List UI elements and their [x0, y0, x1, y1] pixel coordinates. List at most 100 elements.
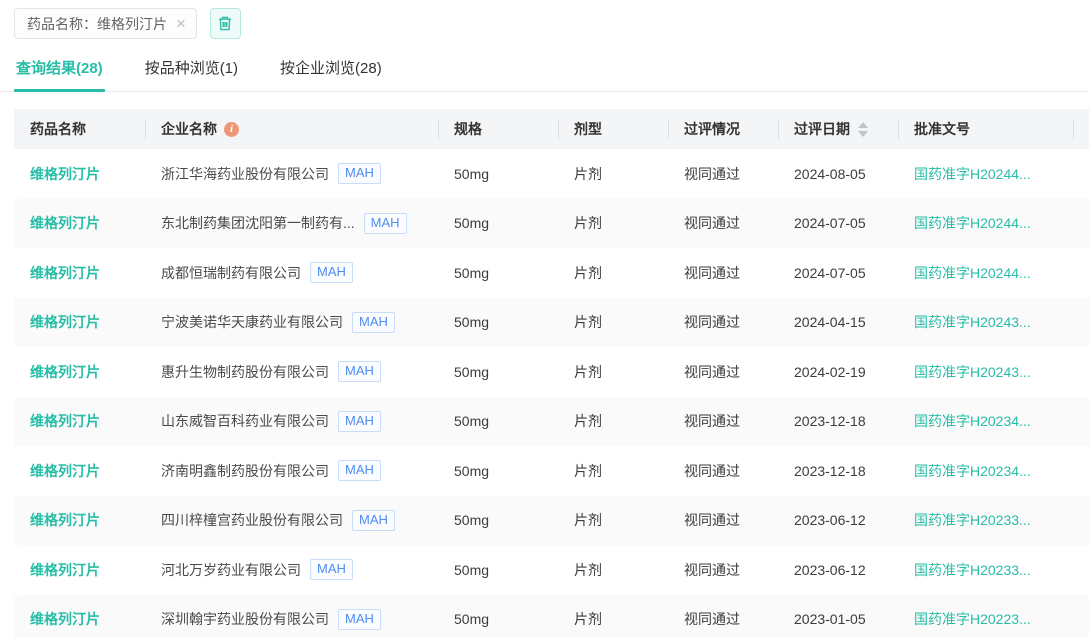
tab-by-variety[interactable]: 按品种浏览(1): [143, 57, 240, 91]
table-row: 维格列汀片 浙江华海药业股份有限公司 MAH 50mg 片剂 视同通过 2024…: [14, 149, 1089, 199]
mah-badge: MAH: [310, 262, 353, 283]
spec-cell: 50mg: [438, 364, 558, 380]
eval-date-cell: 2023-12-18: [778, 413, 898, 429]
mah-badge: MAH: [352, 312, 395, 333]
tab-by-company[interactable]: 按企业浏览(28): [278, 57, 384, 91]
drug-name-link[interactable]: 维格列汀片: [30, 213, 100, 233]
sort-icon[interactable]: [858, 122, 868, 137]
table-row: 维格列汀片 惠升生物制药股份有限公司 MAH 50mg 片剂 视同通过 2024…: [14, 347, 1089, 397]
dosage-form-cell: 片剂: [558, 213, 668, 233]
dosage-form-cell: 片剂: [558, 560, 668, 580]
mah-badge: MAH: [338, 460, 381, 481]
info-icon[interactable]: i: [224, 122, 239, 137]
drug-name-link[interactable]: 维格列汀片: [30, 510, 100, 530]
dosage-form-cell: 片剂: [558, 362, 668, 382]
eval-status-cell: 视同通过: [668, 510, 778, 530]
company-name: 惠升生物制药股份有限公司: [161, 362, 329, 382]
mah-badge: MAH: [310, 559, 353, 580]
table-row: 维格列汀片 四川梓橦宫药业股份有限公司 MAH 50mg 片剂 视同通过 202…: [14, 496, 1089, 546]
company-name: 成都恒瑞制药有限公司: [161, 263, 301, 283]
approval-number-link[interactable]: 国药准字H20243...: [914, 362, 1031, 382]
approval-number-link[interactable]: 国药准字H20234...: [914, 461, 1031, 481]
eval-date-cell: 2023-06-12: [778, 512, 898, 528]
eval-date-cell: 2024-02-19: [778, 364, 898, 380]
tab-search-results[interactable]: 查询结果(28): [14, 57, 105, 91]
mah-badge: MAH: [338, 361, 381, 382]
company-name: 山东威智百科药业有限公司: [161, 411, 329, 431]
mah-badge: MAH: [364, 213, 407, 234]
table-row: 维格列汀片 河北万岁药业有限公司 MAH 50mg 片剂 视同通过 2023-0…: [14, 545, 1089, 595]
mah-badge: MAH: [338, 163, 381, 184]
spec-cell: 50mg: [438, 215, 558, 231]
dosage-form-cell: 片剂: [558, 263, 668, 283]
company-name: 浙江华海药业股份有限公司: [161, 164, 329, 184]
column-header-approval-number: 批准文号: [898, 109, 1073, 149]
spec-cell: 50mg: [438, 463, 558, 479]
eval-date-cell: 2024-08-05: [778, 166, 898, 182]
filter-tag-label: 药品名称：维格列汀片: [27, 14, 167, 34]
drug-name-link[interactable]: 维格列汀片: [30, 461, 100, 481]
approval-number-link[interactable]: 国药准字H20244...: [914, 263, 1031, 283]
spec-cell: 50mg: [438, 562, 558, 578]
column-header-company-name: 企业名称 i: [145, 109, 438, 149]
approval-number-link[interactable]: 国药准字H20233...: [914, 510, 1031, 530]
table-row: 维格列汀片 济南明鑫制药股份有限公司 MAH 50mg 片剂 视同通过 2023…: [14, 446, 1089, 496]
spec-cell: 50mg: [438, 413, 558, 429]
spec-cell: 50mg: [438, 265, 558, 281]
spec-cell: 50mg: [438, 512, 558, 528]
approval-number-link[interactable]: 国药准字H20233...: [914, 560, 1031, 580]
spec-cell: 50mg: [438, 166, 558, 182]
filter-tag: 药品名称：维格列汀片 ×: [14, 8, 197, 39]
tab-bar: 查询结果(28) 按品种浏览(1) 按企业浏览(28): [0, 57, 1089, 92]
clear-filters-button[interactable]: [210, 8, 241, 39]
dosage-form-cell: 片剂: [558, 510, 668, 530]
table-row: 维格列汀片 东北制药集团沈阳第一制药有... MAH 50mg 片剂 视同通过 …: [14, 199, 1089, 249]
eval-date-cell: 2024-07-05: [778, 265, 898, 281]
dosage-form-cell: 片剂: [558, 312, 668, 332]
eval-status-cell: 视同通过: [668, 164, 778, 184]
eval-status-cell: 视同通过: [668, 312, 778, 332]
drug-name-link[interactable]: 维格列汀片: [30, 560, 100, 580]
approval-number-link[interactable]: 国药准字H20244...: [914, 164, 1031, 184]
trash-icon: [217, 15, 233, 32]
company-name: 深圳翰宇药业股份有限公司: [161, 609, 329, 629]
approval-number-link[interactable]: 国药准字H20244...: [914, 213, 1031, 233]
eval-status-cell: 视同通过: [668, 362, 778, 382]
drug-name-link[interactable]: 维格列汀片: [30, 362, 100, 382]
eval-date-cell: 2023-12-18: [778, 463, 898, 479]
dosage-form-cell: 片剂: [558, 411, 668, 431]
mah-badge: MAH: [338, 609, 381, 630]
company-name: 东北制药集团沈阳第一制药有...: [161, 213, 355, 233]
eval-status-cell: 视同通过: [668, 609, 778, 629]
table-row: 维格列汀片 山东威智百科药业有限公司 MAH 50mg 片剂 视同通过 2023…: [14, 397, 1089, 447]
column-header-dosage-form: 剂型: [558, 109, 668, 149]
table-header: 药品名称 企业名称 i 规格 剂型 过评情况 过评日期 批准文号: [14, 109, 1089, 149]
spec-cell: 50mg: [438, 314, 558, 330]
company-name: 宁波美诺华天康药业有限公司: [161, 312, 343, 332]
eval-date-cell: 2024-07-05: [778, 215, 898, 231]
eval-status-cell: 视同通过: [668, 560, 778, 580]
eval-status-cell: 视同通过: [668, 411, 778, 431]
filter-bar: 药品名称：维格列汀片 ×: [0, 0, 1089, 40]
spec-cell: 50mg: [438, 611, 558, 627]
mah-badge: MAH: [338, 411, 381, 432]
eval-date-cell: 2023-01-05: [778, 611, 898, 627]
drug-name-link[interactable]: 维格列汀片: [30, 263, 100, 283]
column-header-eval-status: 过评情况: [668, 109, 778, 149]
approval-number-link[interactable]: 国药准字H20243...: [914, 312, 1031, 332]
column-header-drug-name: 药品名称: [14, 109, 145, 149]
approval-number-link[interactable]: 国药准字H20234...: [914, 411, 1031, 431]
results-table: 药品名称 企业名称 i 规格 剂型 过评情况 过评日期 批准文号 维格列汀片 浙…: [14, 109, 1089, 637]
drug-name-link[interactable]: 维格列汀片: [30, 411, 100, 431]
eval-status-cell: 视同通过: [668, 461, 778, 481]
table-row: 维格列汀片 宁波美诺华天康药业有限公司 MAH 50mg 片剂 视同通过 202…: [14, 298, 1089, 348]
drug-name-link[interactable]: 维格列汀片: [30, 609, 100, 629]
drug-name-link[interactable]: 维格列汀片: [30, 312, 100, 332]
eval-status-cell: 视同通过: [668, 213, 778, 233]
approval-number-link[interactable]: 国药准字H20223...: [914, 609, 1031, 629]
dosage-form-cell: 片剂: [558, 164, 668, 184]
drug-name-link[interactable]: 维格列汀片: [30, 164, 100, 184]
eval-status-cell: 视同通过: [668, 263, 778, 283]
close-icon[interactable]: ×: [176, 15, 186, 32]
column-header-eval-date: 过评日期: [778, 109, 898, 149]
